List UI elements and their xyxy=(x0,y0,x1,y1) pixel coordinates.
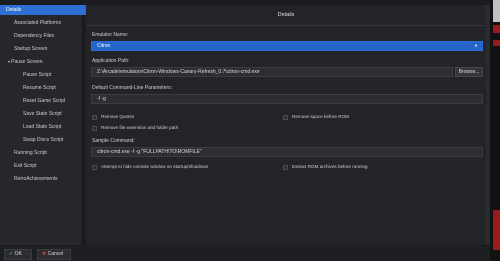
emulator-name-label: Emulator Name: xyxy=(92,32,129,38)
background-window-edge xyxy=(490,0,500,261)
edge-fragment xyxy=(493,210,500,250)
sidebar-item-label: Running Script xyxy=(14,150,47,156)
extract-rom-label: Extract ROM archives before running xyxy=(292,164,368,169)
edge-fragment xyxy=(493,0,500,22)
sidebar-item-pause-screen[interactable]: ▾ Pause Screen xyxy=(0,57,90,67)
sidebar-item-dependency-files[interactable]: Dependency Files xyxy=(0,31,96,41)
sidebar-item-running-script[interactable]: Running Script xyxy=(0,148,96,158)
remove-quotes-checkbox[interactable] xyxy=(92,115,97,120)
sample-command-label: Sample Command: xyxy=(92,138,135,144)
sample-command-field[interactable]: citron-cmd.exe -f -g "FULLPATH\TO\ROMFIL… xyxy=(91,147,483,157)
sidebar-item-startup-screen[interactable]: Startup Screen xyxy=(0,44,96,54)
remove-space-checkbox[interactable] xyxy=(283,115,288,120)
ok-button[interactable]: ✔ OK xyxy=(4,249,32,260)
emulator-name-field[interactable]: Citron ▼ xyxy=(91,41,483,51)
footer-bar: ✔ OK ✖ Cancel xyxy=(0,246,500,261)
sidebar-item-label: Pause Screen xyxy=(11,59,43,65)
application-path-field[interactable]: Z:\Arcade\emulators\Citron-Windows-Canar… xyxy=(91,67,453,77)
sidebar-item-label: RetroAchievements xyxy=(14,176,58,182)
cancel-label: Cancel xyxy=(47,251,64,257)
details-panel: Details Emulator Name: Citron ▼ Applicat… xyxy=(86,5,486,245)
sidebar-item-details[interactable]: Details xyxy=(0,5,88,15)
sidebar-item-label: Load State Script xyxy=(23,124,62,130)
sidebar-item-label: Swap Discs Script xyxy=(23,137,64,143)
hide-console-label: Attempt to hide console window on startu… xyxy=(101,164,209,169)
checkmark-icon: ✔ xyxy=(9,251,14,257)
extract-rom-checkbox[interactable] xyxy=(283,165,288,170)
default-params-field[interactable]: -f -g xyxy=(91,94,483,104)
sidebar-item-associated-platforms[interactable]: Associated Platforms xyxy=(0,18,96,28)
sidebar-item-retroachievements[interactable]: RetroAchievements xyxy=(0,174,96,184)
remove-extension-label: Remove file extension and folder path xyxy=(101,125,179,130)
cancel-button[interactable]: ✖ Cancel xyxy=(37,249,71,260)
sidebar-item-label: Save State Script xyxy=(23,111,62,117)
hide-console-checkbox[interactable] xyxy=(92,165,97,170)
sidebar-item-label: Reset Game Script xyxy=(23,98,66,104)
edge-fragment xyxy=(493,25,500,33)
sidebar-item-label: Dependency Files xyxy=(14,33,55,39)
sidebar-item-label: Pause Script xyxy=(23,72,52,78)
sidebar: Details Associated Platforms Dependency … xyxy=(0,5,88,245)
sidebar-item-exit-script[interactable]: Exit Script xyxy=(0,161,96,171)
sidebar-item-label: Startup Screen xyxy=(14,46,48,52)
cross-icon: ✖ xyxy=(42,251,47,257)
browse-button[interactable]: Browse... xyxy=(455,67,483,77)
sidebar-item-label: Associated Platforms xyxy=(14,20,61,26)
panel-title: Details xyxy=(86,5,486,26)
emulator-name-value: Citron xyxy=(97,43,111,49)
remove-quotes-label: Remove Quotes xyxy=(101,114,135,119)
sidebar-item-label: Resume Script xyxy=(23,85,56,91)
remove-space-label: Remove space before ROM xyxy=(292,114,349,119)
application-path-label: Application Path: xyxy=(92,58,130,64)
sidebar-item-label: Exit Script xyxy=(14,163,37,169)
edge-fragment xyxy=(493,40,500,46)
sidebar-item-label: Details xyxy=(6,7,22,13)
default-params-label: Default Command-Line Parameters: xyxy=(92,85,173,91)
chevron-down-icon[interactable]: ▼ xyxy=(474,42,478,50)
remove-extension-checkbox[interactable] xyxy=(92,126,97,131)
ok-label: OK xyxy=(14,251,22,257)
